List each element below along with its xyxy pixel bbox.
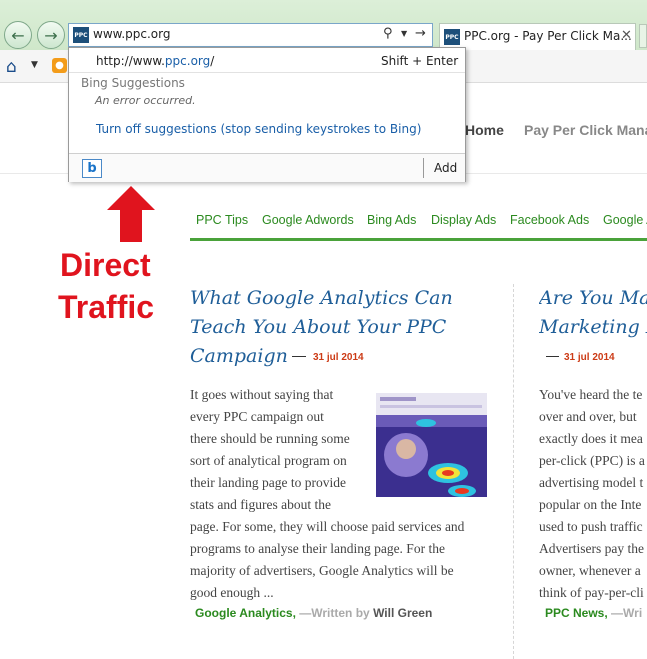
post-meta: Google Analytics, —Written by Will Green (195, 606, 432, 620)
footer-separator (423, 158, 424, 178)
suggestions-error: An error occurred. (95, 94, 196, 107)
post-date: 31 jul 2014 (564, 352, 615, 363)
address-bar[interactable]: PPC www.ppc.org ⚲ ▼ → (68, 23, 433, 47)
excerpt-line: their landing page to provide (190, 475, 346, 490)
back-button[interactable]: ← (4, 21, 32, 49)
close-tab-icon[interactable]: ✕ (621, 28, 632, 43)
excerpt-line: there should be running some (190, 431, 350, 446)
address-input[interactable]: www.ppc.org (93, 27, 170, 41)
excerpt-line: majority of advertisers, Google Analytic… (190, 563, 454, 578)
excerpt-line: exactly does it mea (539, 431, 643, 446)
excerpt-line: owner, whenever a (539, 563, 641, 578)
excerpt-line: It goes without saying that (190, 387, 334, 402)
post-excerpt: It goes without saying that every PPC ca… (190, 384, 370, 516)
post-tag-link[interactable]: Google Analytics, (195, 606, 296, 620)
excerpt-line: sort of analytical program on (190, 453, 347, 468)
site-favicon-icon: PPC (73, 27, 89, 43)
category-google-analytics[interactable]: Google A (603, 213, 647, 227)
home-icon[interactable]: ⌂ (6, 57, 17, 77)
add-search-provider-button[interactable]: Add (434, 161, 457, 175)
arrow-right-icon: → (44, 25, 58, 45)
dropdown-divider (69, 72, 465, 73)
column-divider (513, 284, 514, 659)
author-link[interactable]: Will Green (373, 606, 432, 620)
excerpt-line: page. For some, they will choose paid se… (190, 519, 465, 534)
forward-button[interactable]: → (37, 21, 65, 49)
turn-off-suggestions-link[interactable]: Turn off suggestions (stop sending keyst… (96, 122, 421, 136)
shortcut-hint: Shift + Enter (381, 54, 459, 68)
category-google-adwords[interactable]: Google Adwords (262, 213, 354, 227)
dropdown-footer: b Add (69, 153, 465, 182)
category-display-ads[interactable]: Display Ads (431, 213, 496, 227)
new-tab-button[interactable] (639, 24, 647, 48)
post-tag-link[interactable]: PPC News, (545, 606, 608, 620)
tab-favicon-icon: PPC (444, 29, 460, 45)
home-dropdown-icon[interactable]: ▼ (31, 60, 38, 70)
post-title-line[interactable]: What Google Analytics Can (190, 284, 490, 313)
category-ppc-tips[interactable]: PPC Tips (196, 213, 248, 227)
suggested-url[interactable]: http://www.ppc.org/ (96, 54, 214, 68)
category-bing-ads[interactable]: Bing Ads (367, 213, 416, 227)
post-excerpt: You've heard the te over and over, but e… (539, 384, 647, 604)
written-by-label: —Wri (611, 606, 643, 620)
post-date: 31 jul 2014 (313, 352, 364, 363)
post-meta: PPC News, —Wri (545, 606, 647, 620)
category-nav: PPC Tips Google Adwords Bing Ads Display… (190, 208, 647, 241)
search-icon[interactable]: ⚲ (383, 26, 393, 41)
excerpt-line: programs to analyse their landing page. … (190, 541, 445, 556)
excerpt-line: per-click (PPC) is a (539, 453, 645, 468)
excerpt-line: advertising model t (539, 475, 644, 490)
tab-title: PPC.org - Pay Per Click Ma... (464, 29, 632, 43)
excerpt-line: stats and figures about the (190, 497, 331, 512)
browser-tab-ppc[interactable]: PPC PPC.org - Pay Per Click Ma... ✕ (439, 23, 636, 50)
go-arrow-icon[interactable]: → (415, 26, 426, 41)
nav-link-home[interactable]: Home (465, 122, 504, 138)
post-title-line[interactable]: Marketing B (539, 313, 647, 342)
excerpt-line: over and over, but (539, 409, 637, 424)
category-facebook-ads[interactable]: Facebook Ads (510, 213, 589, 227)
excerpt-line: Advertisers pay the (539, 541, 644, 556)
date-dash (292, 356, 306, 357)
annotation-text-traffic: Traffic (58, 289, 155, 325)
post-excerpt-continued: page. For some, they will choose paid se… (190, 516, 490, 604)
excerpt-line: good enough ... (190, 585, 274, 600)
excerpt-line: You've heard the te (539, 387, 643, 402)
bing-suggestions-heading: Bing Suggestions (81, 76, 185, 90)
date-dash (546, 356, 559, 357)
excerpt-line: every PPC campaign out (190, 409, 324, 424)
address-dropdown-icon[interactable]: ▼ (401, 29, 407, 38)
written-by-label: —Written by (299, 606, 370, 620)
address-suggestions-dropdown: http://www.ppc.org/ Shift + Enter Bing S… (68, 47, 466, 182)
post-title-line[interactable]: Are You Ma (539, 284, 647, 313)
nav-link-ppc-management[interactable]: Pay Per Click Mana (524, 122, 647, 138)
rss-feed-icon[interactable]: ● (52, 58, 67, 73)
browser-title-bar: ← → PPC www.ppc.org ⚲ ▼ → PPC PPC.org - … (0, 0, 647, 50)
excerpt-line: think of pay-per-cli (539, 585, 644, 600)
arrow-left-icon: ← (11, 25, 25, 45)
post-title[interactable]: Are You Ma Marketing B (539, 284, 647, 342)
annotation-text-direct: Direct (60, 247, 151, 283)
excerpt-line: popular on the Inte (539, 497, 642, 512)
excerpt-line: used to push traffic (539, 519, 643, 534)
annotation-up-arrow-icon (107, 186, 155, 242)
bing-logo-icon[interactable]: b (82, 159, 102, 178)
post-title-line[interactable]: Teach You About Your PPC (190, 313, 490, 342)
post-thumbnail-heatmap[interactable] (376, 393, 487, 497)
